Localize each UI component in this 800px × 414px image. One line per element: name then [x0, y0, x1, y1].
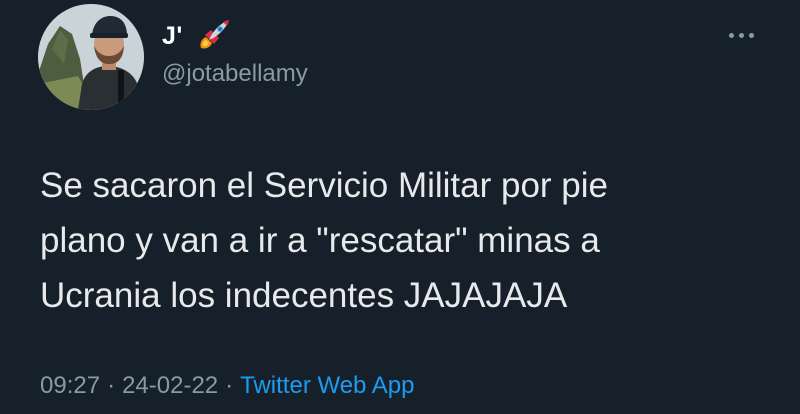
author-name-row: J' — [162, 14, 233, 58]
tweet-card: J' @jotabellamy Se sacaron el Servicio M… — [0, 0, 800, 414]
rocket-icon — [193, 16, 233, 56]
avatar-photo — [38, 4, 144, 110]
separator: · — [107, 372, 116, 399]
separator: · — [225, 372, 234, 399]
source-link[interactable]: Twitter Web App — [240, 372, 414, 399]
tweet-metadata: 09:27 · 24-02-22 · Twitter Web App — [40, 372, 414, 400]
display-name[interactable]: J' — [162, 22, 183, 51]
tweet-time[interactable]: 09:27 — [40, 372, 100, 399]
tweet-text: Se sacaron el Servicio Militar por pie p… — [40, 166, 609, 315]
avatar[interactable] — [38, 4, 144, 110]
more-horizontal-icon — [728, 32, 754, 38]
tweet-date[interactable]: 24-02-22 — [122, 372, 218, 399]
author-handle[interactable]: @jotabellamy — [162, 60, 308, 88]
more-options-button[interactable] — [718, 18, 764, 52]
